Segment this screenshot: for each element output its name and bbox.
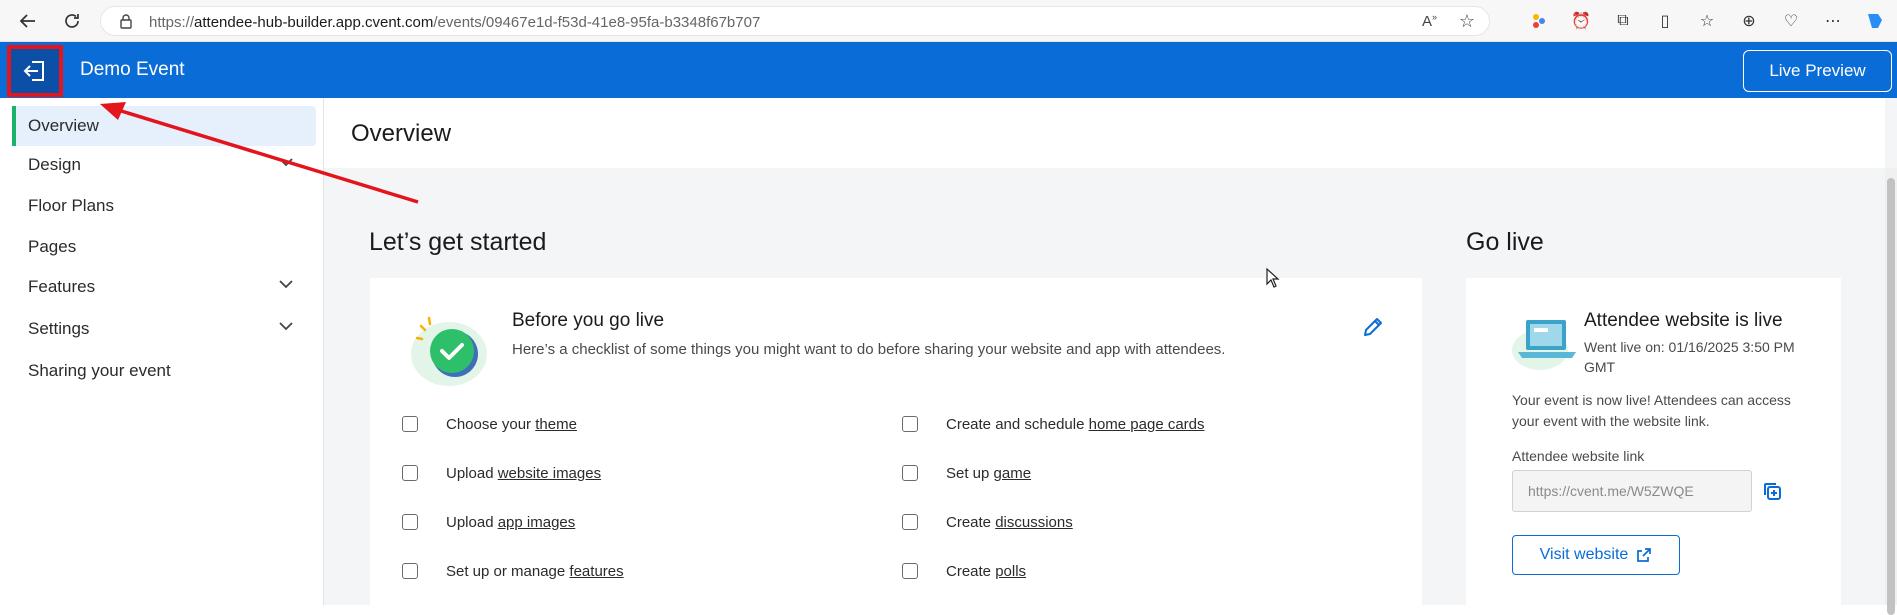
more-menu-icon[interactable]: ⋯ xyxy=(1821,9,1845,33)
checkbox[interactable] xyxy=(402,563,418,579)
checklist-item[interactable]: Create discussions xyxy=(902,510,1073,534)
chevron-down-icon xyxy=(279,280,293,289)
checklist-title: Before you go live xyxy=(512,310,665,331)
chevron-down-icon xyxy=(279,322,293,331)
checkbox[interactable] xyxy=(402,416,418,432)
back-arrow-icon[interactable] xyxy=(16,9,40,33)
visit-website-label: Visit website xyxy=(1539,546,1629,563)
favorite-star-icon[interactable]: ☆ xyxy=(1459,11,1475,32)
laptop-illustration-icon xyxy=(1512,320,1576,370)
game-link[interactable]: game xyxy=(994,465,1032,482)
sidebar-item-label: Floor Plans xyxy=(28,196,114,215)
checklist-item-text: Create xyxy=(946,562,996,580)
sidebar-item-floor-plans[interactable]: Floor Plans xyxy=(12,186,316,226)
checklist-item-text: Upload xyxy=(446,513,498,531)
browser-extensions: ⏰ ⧉ ▯ ☆ ⊕ ♡ ⋯ xyxy=(1527,9,1887,33)
sidebar-item-label: Overview xyxy=(28,116,99,135)
sidebar-item-sharing[interactable]: Sharing your event xyxy=(12,351,316,391)
sidebar-item-label: Sharing your event xyxy=(28,361,171,380)
checklist-item-text: Create and schedule xyxy=(946,415,1089,433)
sidebar-item-overview[interactable]: Overview xyxy=(12,106,316,146)
website-images-link[interactable]: website images xyxy=(498,465,601,482)
checkbox[interactable] xyxy=(902,563,918,579)
sidebar-item-pages[interactable]: Pages xyxy=(12,227,316,267)
extension-colorful-icon[interactable] xyxy=(1527,9,1551,33)
go-live-card: Attendee website is live Went live on: 0… xyxy=(1466,278,1841,605)
split-screen-icon[interactable]: ▯ xyxy=(1653,9,1677,33)
went-live-timestamp: Went live on: 01/16/2025 3:50 PM GMT xyxy=(1584,339,1795,375)
checklist-item[interactable]: Choose your theme xyxy=(402,412,577,436)
visit-website-button[interactable]: Visit website xyxy=(1512,535,1680,575)
website-status: Attendee website is live xyxy=(1584,310,1783,331)
checkbox[interactable] xyxy=(902,465,918,481)
chevron-down-icon xyxy=(279,158,293,167)
browser-toolbar: https://attendee-hub-builder.app.cvent.c… xyxy=(0,0,1897,42)
app-header: Demo Event Live Preview xyxy=(0,42,1897,98)
theme-link[interactable]: theme xyxy=(535,416,577,433)
sidebar: Overview Design Floor Plans Pages Featur… xyxy=(0,98,324,605)
url-text: https://attendee-hub-builder.app.cvent.c… xyxy=(149,14,761,31)
page-title: Overview xyxy=(351,120,452,147)
scrollbar-thumb[interactable] xyxy=(1887,178,1895,615)
checklist-card: Before you go live Here’s a checklist of… xyxy=(370,278,1422,605)
checklist-item-text: Set up xyxy=(946,464,994,482)
checklist-item[interactable]: Set up game xyxy=(902,461,1031,485)
features-link[interactable]: features xyxy=(569,563,623,580)
favorites-icon[interactable]: ☆ xyxy=(1695,9,1719,33)
checkbox[interactable] xyxy=(402,465,418,481)
copilot-icon[interactable] xyxy=(1863,9,1887,33)
sidebar-item-label: Settings xyxy=(28,319,90,338)
checklist-item[interactable]: Create polls xyxy=(902,559,1026,583)
checklist-item-text: Choose your xyxy=(446,415,536,433)
app-images-link[interactable]: app images xyxy=(498,514,576,531)
collections-icon[interactable]: ⊕ xyxy=(1737,9,1761,33)
checkbox[interactable] xyxy=(902,514,918,530)
edit-pencil-icon[interactable] xyxy=(1362,316,1384,338)
read-aloud-icon[interactable]: A» xyxy=(1422,12,1437,30)
main-content: Overview Let’s get started Go live Befor… xyxy=(324,98,1897,615)
website-link-field[interactable]: https://cvent.me/W5ZWQE xyxy=(1512,470,1752,512)
home-page-cards-link[interactable]: home page cards xyxy=(1089,416,1205,433)
checklist-item[interactable]: Create and schedule home page cards xyxy=(902,412,1205,436)
address-bar[interactable]: https://attendee-hub-builder.app.cvent.c… xyxy=(100,6,1490,36)
mouse-cursor-icon xyxy=(1266,268,1280,288)
sidebar-item-settings[interactable]: Settings xyxy=(12,309,316,349)
website-link-label: Attendee website link xyxy=(1512,448,1645,464)
sidebar-item-label: Pages xyxy=(28,237,77,256)
event-title: Demo Event xyxy=(80,59,185,80)
refresh-icon[interactable] xyxy=(60,9,84,33)
discussions-link[interactable]: discussions xyxy=(995,514,1073,531)
page-header: Overview xyxy=(324,98,1885,168)
sidebar-item-features[interactable]: Features xyxy=(12,267,316,307)
browser-essentials-icon[interactable]: ♡ xyxy=(1779,9,1803,33)
scrollbar[interactable] xyxy=(1885,168,1897,615)
external-link-icon xyxy=(1637,548,1652,562)
checklist-description: Here’s a checklist of some things you mi… xyxy=(512,341,1226,358)
go-live-description: Your event is now live! Attendees can ac… xyxy=(1512,392,1791,429)
get-started-heading: Let’s get started xyxy=(369,228,547,256)
checkmark-illustration-icon xyxy=(411,316,487,386)
copy-icon[interactable] xyxy=(1762,481,1782,501)
checklist-item[interactable]: Upload website images xyxy=(402,461,601,485)
checkbox[interactable] xyxy=(402,514,418,530)
checklist-item[interactable]: Set up or manage features xyxy=(402,559,624,583)
alarm-icon[interactable]: ⏰ xyxy=(1569,9,1593,33)
exit-arrow-icon xyxy=(23,61,44,81)
sidebar-item-label: Features xyxy=(28,277,96,296)
checklist-item-text: Set up or manage xyxy=(446,562,570,580)
sidebar-item-design[interactable]: Design xyxy=(12,145,316,185)
live-preview-button[interactable]: Live Preview xyxy=(1743,50,1892,92)
checkbox[interactable] xyxy=(902,416,918,432)
lock-icon[interactable] xyxy=(119,13,133,34)
checklist-item[interactable]: Upload app images xyxy=(402,510,575,534)
polls-link[interactable]: polls xyxy=(995,563,1026,580)
extensions-puzzle-icon[interactable]: ⧉ xyxy=(1611,9,1635,33)
checklist-item-text: Create xyxy=(946,513,996,531)
go-live-heading: Go live xyxy=(1466,228,1544,256)
sidebar-item-label: Design xyxy=(28,155,81,174)
checklist-item-text: Upload xyxy=(446,464,498,482)
exit-event-button[interactable] xyxy=(7,45,63,97)
